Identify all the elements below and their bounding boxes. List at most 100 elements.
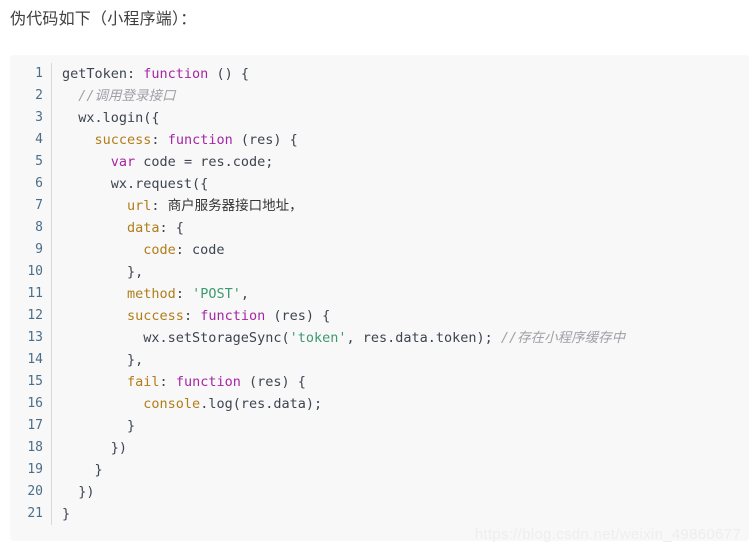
code-token-cjk: 商户服务器接口地址， xyxy=(167,198,303,214)
line-number: 11 xyxy=(27,286,43,301)
code-token-prop: success xyxy=(127,308,184,324)
line-number: 1 xyxy=(35,66,43,81)
code-token-plain: (res) { xyxy=(232,132,298,148)
code-line-text: var code = res.code; xyxy=(52,151,749,173)
code-token-str: 'POST' xyxy=(192,286,241,302)
line-number: 2 xyxy=(35,88,43,103)
code-line: 6 wx.request({ xyxy=(10,173,749,195)
line-number: 3 xyxy=(35,110,43,125)
line-number: 19 xyxy=(27,462,43,477)
line-number: 12 xyxy=(27,308,43,323)
code-token-comment: //调用登录接口 xyxy=(78,88,176,104)
line-number: 20 xyxy=(27,484,43,499)
code-token-prop: method xyxy=(127,286,176,302)
code-line: 2 //调用登录接口 xyxy=(10,85,749,107)
code-token-kw: function xyxy=(167,132,233,148)
code-token-plain: } xyxy=(62,506,71,522)
code-line-text: } xyxy=(52,415,749,437)
code-token-plain: : { xyxy=(159,220,184,236)
code-line: 14 }, xyxy=(10,349,749,371)
code-token-plain: : xyxy=(183,308,201,324)
code-token-plain: } xyxy=(62,462,103,478)
page-root: 伪代码如下（小程序端）： 1 getToken: function () {2 /… xyxy=(0,0,749,551)
code-token-plain: getToken: xyxy=(62,66,144,82)
code-token-prop: code xyxy=(143,242,176,258)
code-token-kw: function xyxy=(143,66,209,82)
code-line-text: success: function (res) { xyxy=(52,305,749,327)
code-line: 12 success: function (res) { xyxy=(10,305,749,327)
code-line: 18 }) xyxy=(10,437,749,459)
line-number: 6 xyxy=(35,176,43,191)
code-line-text: url: 商户服务器接口地址， xyxy=(52,195,749,217)
line-number: 4 xyxy=(35,132,43,147)
line-number: 21 xyxy=(27,506,43,521)
code-line: 15 fail: function (res) { xyxy=(10,371,749,393)
code-line-text: data: { xyxy=(52,217,749,239)
code-line: 17 } xyxy=(10,415,749,437)
code-line: 11 method: 'POST', xyxy=(10,283,749,305)
code-token-plain: : xyxy=(175,286,193,302)
code-line-text: }, xyxy=(52,261,749,283)
code-line-text: method: 'POST', xyxy=(52,283,749,305)
code-line: 21} xyxy=(10,503,749,525)
line-number: 16 xyxy=(27,396,43,411)
code-token-plain: } xyxy=(62,418,136,434)
code-lines-container: 1 getToken: function () {2 //调用登录接口 3 wx.l… xyxy=(10,55,749,533)
code-token-comment: //存在小程序缓存中 xyxy=(500,330,626,346)
code-line: 5 var code = res.code; xyxy=(10,151,749,173)
code-line: 4 success: function (res) { xyxy=(10,129,749,151)
code-line-text: success: function (res) { xyxy=(52,129,749,151)
code-line-text: } xyxy=(52,503,749,525)
code-token-plain: wx.setStorageSync( xyxy=(62,330,290,346)
code-token-plain: : code xyxy=(175,242,225,258)
code-token-prop: data xyxy=(127,220,160,236)
code-line: 19 } xyxy=(10,459,749,481)
code-line-text: getToken: function () { xyxy=(52,63,749,85)
intro-paragraph: 伪代码如下（小程序端）： xyxy=(10,11,197,28)
code-line-text: code: code xyxy=(52,239,749,261)
code-token-plain: wx.login({ xyxy=(62,110,160,126)
code-token-plain: : xyxy=(151,132,168,148)
code-token-plain: (res) { xyxy=(265,308,331,324)
code-token-plain: : xyxy=(151,198,168,214)
code-token-plain: () { xyxy=(208,66,249,82)
code-line: 9 code: code xyxy=(10,239,749,261)
code-line: 13 wx.setStorageSync('token', res.data.t… xyxy=(10,327,749,349)
code-line-text: fail: function (res) { xyxy=(52,371,749,393)
code-token-kw: var xyxy=(110,154,136,170)
code-token-prop: success xyxy=(94,132,152,148)
code-line-text: console.log(res.data); xyxy=(52,393,749,415)
line-number: 13 xyxy=(27,330,43,345)
line-number: 8 xyxy=(35,220,43,235)
code-line: 20 }) xyxy=(10,481,749,503)
code-line: 7 url: 商户服务器接口地址， xyxy=(10,195,749,217)
line-number: 5 xyxy=(35,154,43,169)
code-line-text: } xyxy=(52,459,749,481)
code-token-plain: .log(res.data); xyxy=(200,396,323,412)
code-token-prop: fail xyxy=(127,374,160,390)
line-number: 14 xyxy=(27,352,43,367)
code-token-plain: code = res.code; xyxy=(135,154,274,170)
line-number: 9 xyxy=(35,242,43,257)
code-line-text: }, xyxy=(52,349,749,371)
code-line: 10 }, xyxy=(10,261,749,283)
line-number: 15 xyxy=(27,374,43,389)
code-token-plain: : xyxy=(159,374,176,390)
line-number: 7 xyxy=(35,198,43,213)
code-line-text: }) xyxy=(52,437,749,459)
code-token-str: 'token' xyxy=(289,330,347,346)
code-line: 1 getToken: function () { xyxy=(10,63,749,85)
code-line: 16 console.log(res.data); xyxy=(10,393,749,415)
code-token-prop: console xyxy=(143,396,201,412)
code-token-kw: function xyxy=(200,308,266,324)
code-line-text: //调用登录接口 xyxy=(52,85,749,107)
code-token-plain: , xyxy=(240,286,249,302)
